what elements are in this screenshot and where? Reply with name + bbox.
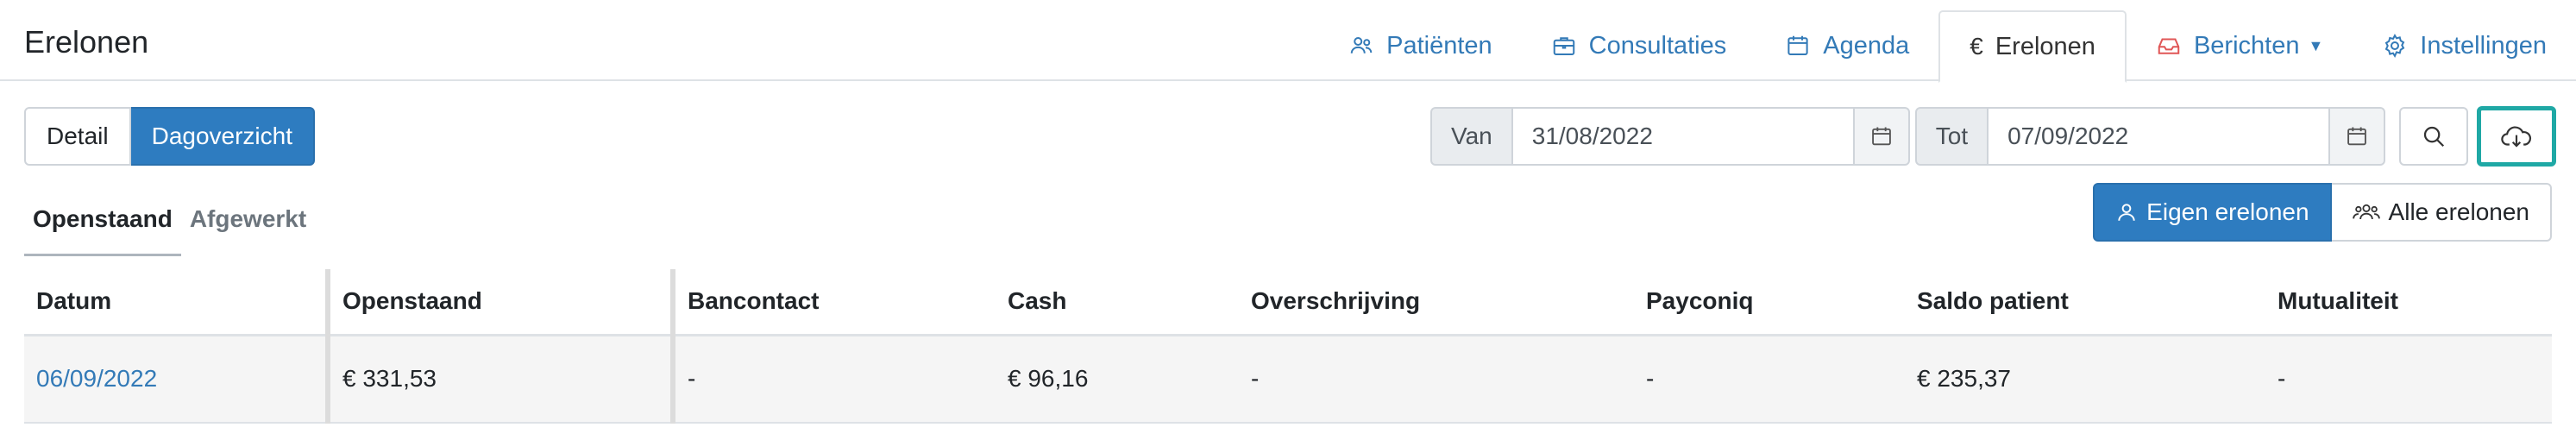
to-calendar-button[interactable] bbox=[2328, 107, 2386, 166]
chevron-down-icon: ▼ bbox=[2308, 36, 2324, 54]
col-saldo-patient[interactable]: Saldo patient bbox=[1905, 269, 2265, 336]
cell-bancontact: - bbox=[670, 335, 996, 424]
view-toggle: Detail Dagoverzicht bbox=[24, 107, 315, 166]
calendar-icon bbox=[1787, 35, 1808, 55]
cell-mutualiteit: - bbox=[2265, 335, 2552, 424]
col-mutualiteit[interactable]: Mutualiteit bbox=[2265, 269, 2552, 336]
col-datum[interactable]: Datum bbox=[24, 269, 328, 336]
cell-payconiq: - bbox=[1634, 335, 1905, 424]
table-row: 06/09/2022 € 331,53 - € 96,16 - - € 235,… bbox=[24, 335, 2552, 424]
tab-label: Patiënten bbox=[1386, 31, 1492, 60]
to-date-input[interactable]: 07/09/2022 bbox=[1989, 107, 2329, 166]
col-bancontact[interactable]: Bancontact bbox=[670, 269, 996, 336]
main-nav: Patiënten Consultaties Agenda € Erelonen… bbox=[1319, 10, 2576, 83]
tab-label: Erelonen bbox=[1995, 32, 2095, 60]
tab-patienten[interactable]: Patiënten bbox=[1319, 10, 1522, 81]
from-label: Van bbox=[1430, 107, 1513, 166]
detail-button[interactable]: Detail bbox=[24, 107, 131, 166]
tab-agenda[interactable]: Agenda bbox=[1756, 10, 1938, 81]
gear-icon bbox=[2384, 34, 2405, 59]
users-icon bbox=[1350, 37, 1373, 53]
col-openstaand[interactable]: Openstaand bbox=[325, 269, 673, 336]
page-title: Erelonen bbox=[24, 24, 149, 60]
erelonen-table: Datum Openstaand Bancontact Cash Oversch… bbox=[24, 269, 2552, 424]
status-tabs: Openstaand Afgewerkt bbox=[24, 200, 315, 256]
calendar-icon bbox=[1871, 127, 1891, 146]
briefcase-icon bbox=[1553, 37, 1574, 55]
tab-openstaand[interactable]: Openstaand bbox=[24, 200, 181, 256]
users-icon bbox=[2352, 204, 2380, 220]
download-button[interactable] bbox=[2477, 106, 2557, 167]
cell-cash: € 96,16 bbox=[996, 335, 1239, 424]
calendar-icon bbox=[2347, 127, 2366, 146]
alle-erelonen-label: Alle erelonen bbox=[2388, 198, 2529, 225]
scope-toggle: Eigen erelonen Alle erelonen bbox=[2093, 183, 2552, 242]
cell-datum[interactable]: 06/09/2022 bbox=[24, 335, 328, 424]
tab-consultaties[interactable]: Consultaties bbox=[1522, 10, 1756, 81]
eigen-erelonen-label: Eigen erelonen bbox=[2146, 198, 2309, 225]
cell-overschrijving: - bbox=[1239, 335, 1634, 424]
inbox-icon bbox=[2158, 38, 2180, 54]
search-icon bbox=[2423, 126, 2445, 148]
tab-berichten[interactable]: Berichten ▼ bbox=[2127, 10, 2353, 81]
col-payconiq[interactable]: Payconiq bbox=[1634, 269, 1905, 336]
col-overschrijving[interactable]: Overschrijving bbox=[1239, 269, 1634, 336]
from-date-input[interactable]: 31/08/2022 bbox=[1512, 107, 1853, 166]
user-icon bbox=[2118, 204, 2135, 221]
dagoverzicht-button[interactable]: Dagoverzicht bbox=[130, 107, 315, 166]
tab-label: Berichten bbox=[2193, 31, 2300, 60]
cloud-download-icon bbox=[2501, 126, 2532, 148]
table-header-row: Datum Openstaand Bancontact Cash Oversch… bbox=[24, 269, 2552, 336]
tab-label: Instellingen bbox=[2420, 31, 2547, 60]
top-bar: Erelonen Patiënten Consultaties Agenda €… bbox=[0, 0, 2576, 83]
alle-erelonen-button[interactable]: Alle erelonen bbox=[2331, 183, 2552, 242]
from-calendar-button[interactable] bbox=[1852, 107, 1910, 166]
date-link[interactable]: 06/09/2022 bbox=[36, 365, 157, 392]
tab-label: Agenda bbox=[1823, 31, 1910, 60]
eigen-erelonen-button[interactable]: Eigen erelonen bbox=[2093, 183, 2332, 242]
to-label: Tot bbox=[1914, 107, 1989, 166]
tab-label: Consultaties bbox=[1588, 31, 1727, 60]
euro-icon: € bbox=[1970, 33, 1983, 60]
col-cash[interactable]: Cash bbox=[996, 269, 1239, 336]
date-filter: Van 31/08/2022 Tot 07/09/2022 bbox=[1430, 106, 2557, 167]
cell-openstaand: € 331,53 bbox=[325, 335, 673, 424]
tab-erelonen[interactable]: € Erelonen bbox=[1938, 10, 2127, 83]
cell-saldo-patient: € 235,37 bbox=[1905, 335, 2265, 424]
tab-instellingen[interactable]: Instellingen bbox=[2353, 10, 2576, 81]
search-button[interactable] bbox=[2399, 107, 2469, 166]
tab-afgewerkt[interactable]: Afgewerkt bbox=[181, 200, 315, 256]
